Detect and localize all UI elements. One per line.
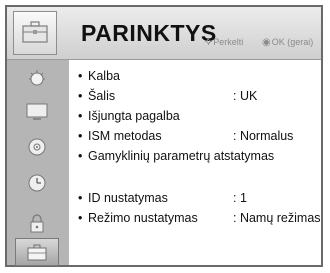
menu-item-label: Režimo nustatymas: [88, 211, 198, 225]
menu-item-language[interactable]: • Kalba: [78, 69, 323, 87]
menu-item-value: : 1: [233, 191, 247, 205]
menu-item-value: : Namų režimas: [233, 211, 321, 225]
options-list: • Kalba • Šalis : UK • Išjungta pagalba …: [69, 60, 321, 265]
lock-icon: [30, 214, 44, 233]
move-hint-label: Perkelti: [213, 37, 244, 47]
menu-item-disability-assistance[interactable]: • Išjungta pagalba: [78, 109, 323, 127]
bullet: •: [78, 149, 83, 163]
ok-button-icon: ◉: [262, 37, 271, 48]
menu-item-label: Gamyklinių parametrų atstatymas: [88, 149, 275, 163]
sidebar-item-lock[interactable]: [19, 212, 55, 234]
ok-hint: ◉OK (gerai): [262, 37, 313, 48]
sidebar-item-picture[interactable]: [19, 68, 55, 90]
bullet: •: [78, 129, 83, 143]
monitor-icon: [26, 103, 48, 120]
bullet: •: [78, 211, 83, 225]
menu-item-value: : UK: [233, 89, 258, 103]
menu-item-factory-reset[interactable]: • Gamyklinių parametrų atstatymas: [78, 149, 323, 167]
ok-hint-label: OK (gerai): [271, 37, 314, 47]
bullet: •: [78, 69, 83, 83]
category-sidebar: [7, 60, 69, 266]
bullet: •: [78, 109, 83, 123]
page-title: PARINKTYS: [81, 20, 217, 46]
move-hint: ⯎Perkelti: [205, 37, 243, 48]
sidebar-item-screen[interactable]: [19, 101, 55, 123]
menu-header: PARINKTYS ⯎Perkelti ◉OK (gerai): [7, 7, 321, 60]
audio-disc-icon: [28, 138, 46, 156]
picture-settings-icon: [29, 70, 45, 86]
menu-item-mode-setting[interactable]: • Režimo nustatymas : Namų režimas: [78, 211, 323, 229]
menu-item-ism-method[interactable]: • ISM metodas : Normalus: [78, 129, 323, 147]
sidebar-item-options[interactable]: [15, 238, 59, 266]
menu-item-label: ID nustatymas: [88, 191, 168, 205]
options-suitcase-icon: [27, 244, 47, 261]
clock-icon: [28, 174, 46, 192]
menu-item-label: Kalba: [88, 69, 120, 83]
menu-item-label: ISM metodas: [88, 129, 162, 143]
bullet: •: [78, 89, 83, 103]
menu-item-label: Išjungta pagalba: [88, 109, 180, 123]
options-menu-window: PARINKTYS ⯎Perkelti ◉OK (gerai) • Kalba …: [5, 5, 323, 267]
sidebar-item-audio[interactable]: [19, 136, 55, 158]
menu-item-label: Šalis: [88, 89, 116, 103]
sidebar-item-time[interactable]: [19, 172, 55, 194]
options-suitcase-icon: [13, 11, 57, 55]
menu-item-set-id[interactable]: • ID nustatymas : 1: [78, 191, 323, 209]
menu-item-value: : Normalus: [233, 129, 294, 143]
bullet: •: [78, 191, 83, 205]
menu-item-country[interactable]: • Šalis : UK: [78, 89, 323, 107]
move-arrows-icon: ⯎: [205, 37, 213, 48]
